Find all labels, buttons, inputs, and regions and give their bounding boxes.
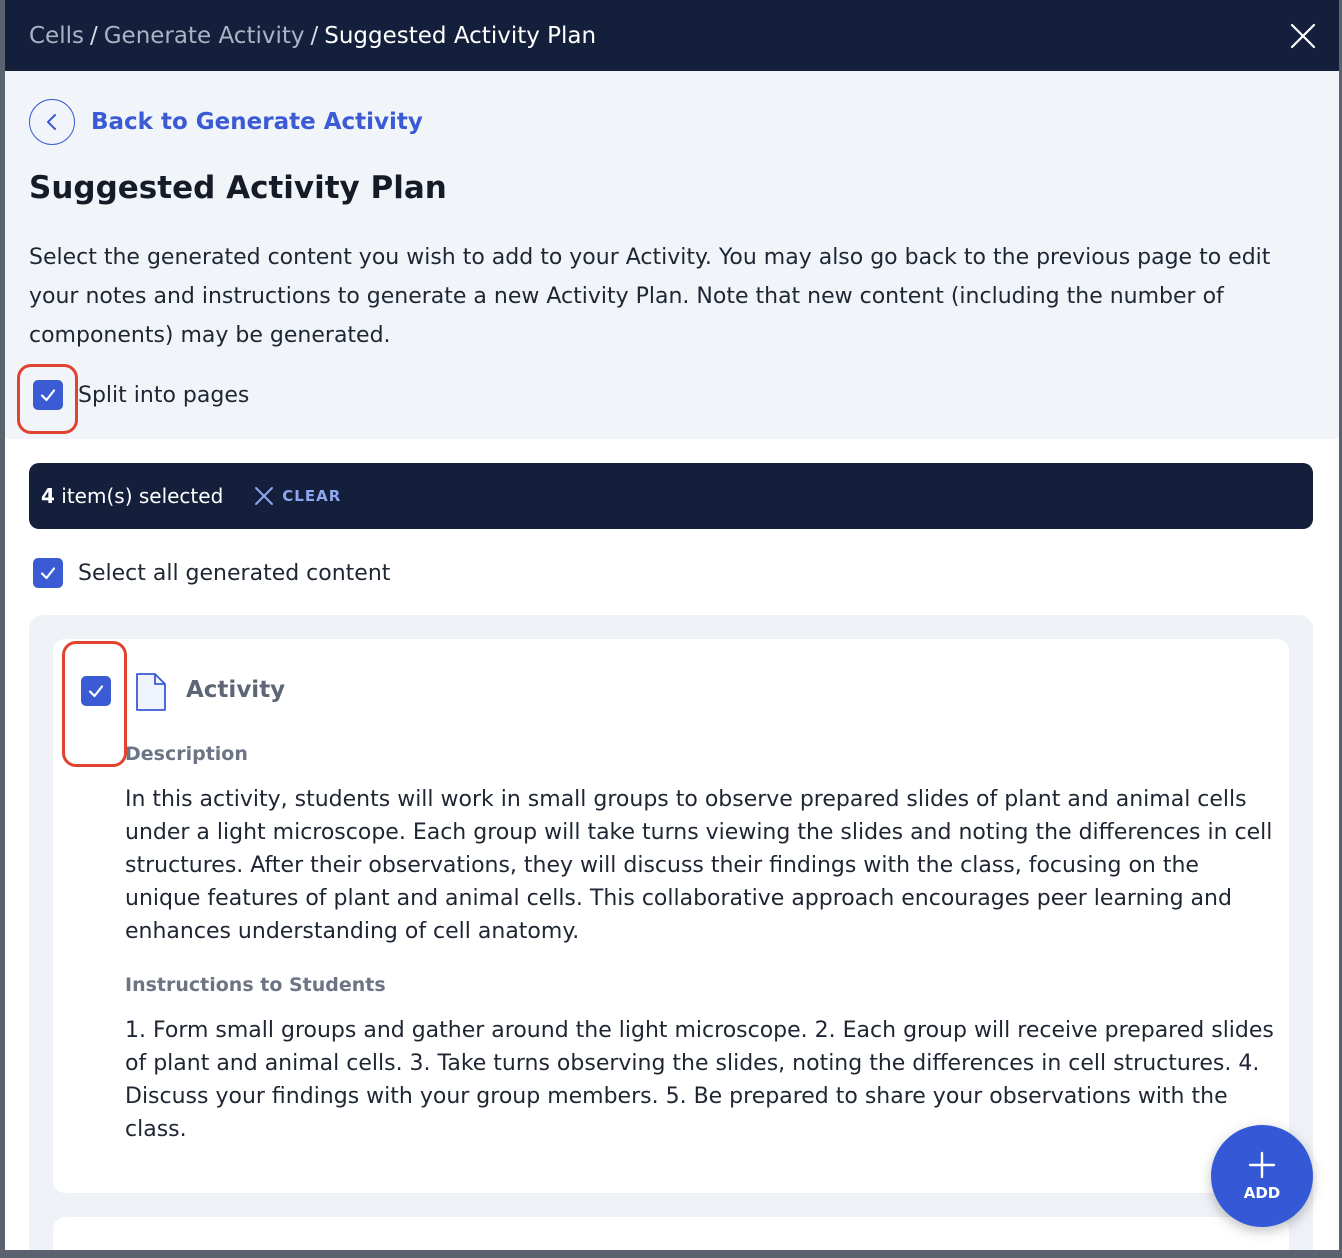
page-title: Suggested Activity Plan xyxy=(29,170,447,206)
breadcrumb-separator: / xyxy=(89,23,98,49)
description-label: Description xyxy=(125,743,248,765)
select-all-label: Select all generated content xyxy=(78,560,391,586)
back-to-generate-activity-link[interactable]: Back to Generate Activity xyxy=(29,97,423,147)
breadcrumb: Cells / Generate Activity / Suggested Activi… xyxy=(29,20,596,52)
add-button[interactable]: ADD xyxy=(1211,1125,1313,1227)
breadcrumb-item-generate-activity[interactable]: Generate Activity xyxy=(104,23,305,49)
back-button[interactable] xyxy=(29,99,75,145)
selected-count-suffix: item(s) selected xyxy=(54,484,224,508)
modal-dialog: Cells / Generate Activity / Suggested Activi… xyxy=(5,0,1339,1250)
modal-header: Cells / Generate Activity / Suggested Activi… xyxy=(5,0,1339,71)
instructions-label: Instructions to Students xyxy=(125,974,386,996)
add-label: ADD xyxy=(1243,1184,1281,1202)
close-button[interactable] xyxy=(1287,20,1319,52)
generated-content-list: Activity Description In this activity, s… xyxy=(29,615,1313,1250)
annotation-highlight-split-checkbox xyxy=(17,364,78,434)
instructions-text: 1. Form small groups and gather around t… xyxy=(125,1018,1274,1142)
activity-card-title: Activity xyxy=(186,677,286,703)
selection-bar: 4 item(s) selected CLEAR xyxy=(29,463,1313,529)
next-content-card xyxy=(53,1217,1289,1250)
selected-count-text: 4 item(s) selected xyxy=(41,484,223,508)
content-panel: 4 item(s) selected CLEAR Select all gene… xyxy=(5,439,1339,1250)
selected-count: 4 xyxy=(41,484,55,508)
annotation-highlight-activity-checkbox xyxy=(62,641,127,767)
breadcrumb-separator: / xyxy=(310,23,319,49)
plus-icon xyxy=(1248,1151,1276,1179)
close-icon xyxy=(1290,23,1316,49)
description-text: In this activity, students will work in … xyxy=(125,787,1273,944)
checkmark-icon xyxy=(40,567,56,580)
select-all-checkbox-row[interactable]: Select all generated content xyxy=(33,558,390,588)
select-all-checkbox[interactable] xyxy=(33,558,63,588)
back-link-label[interactable]: Back to Generate Activity xyxy=(91,109,423,135)
breadcrumb-item-current: Suggested Activity Plan xyxy=(324,23,597,49)
split-into-pages-label: Split into pages xyxy=(78,382,250,408)
breadcrumb-item-cells[interactable]: Cells xyxy=(29,23,84,49)
activity-card: Activity Description In this activity, s… xyxy=(53,639,1289,1193)
chevron-left-icon xyxy=(47,114,56,130)
close-icon xyxy=(255,487,274,505)
intro-text: Select the generated content you wish to… xyxy=(29,245,1271,348)
document-icon xyxy=(136,673,166,711)
clear-selection-button[interactable]: CLEAR xyxy=(253,485,341,507)
clear-label: CLEAR xyxy=(282,487,342,505)
